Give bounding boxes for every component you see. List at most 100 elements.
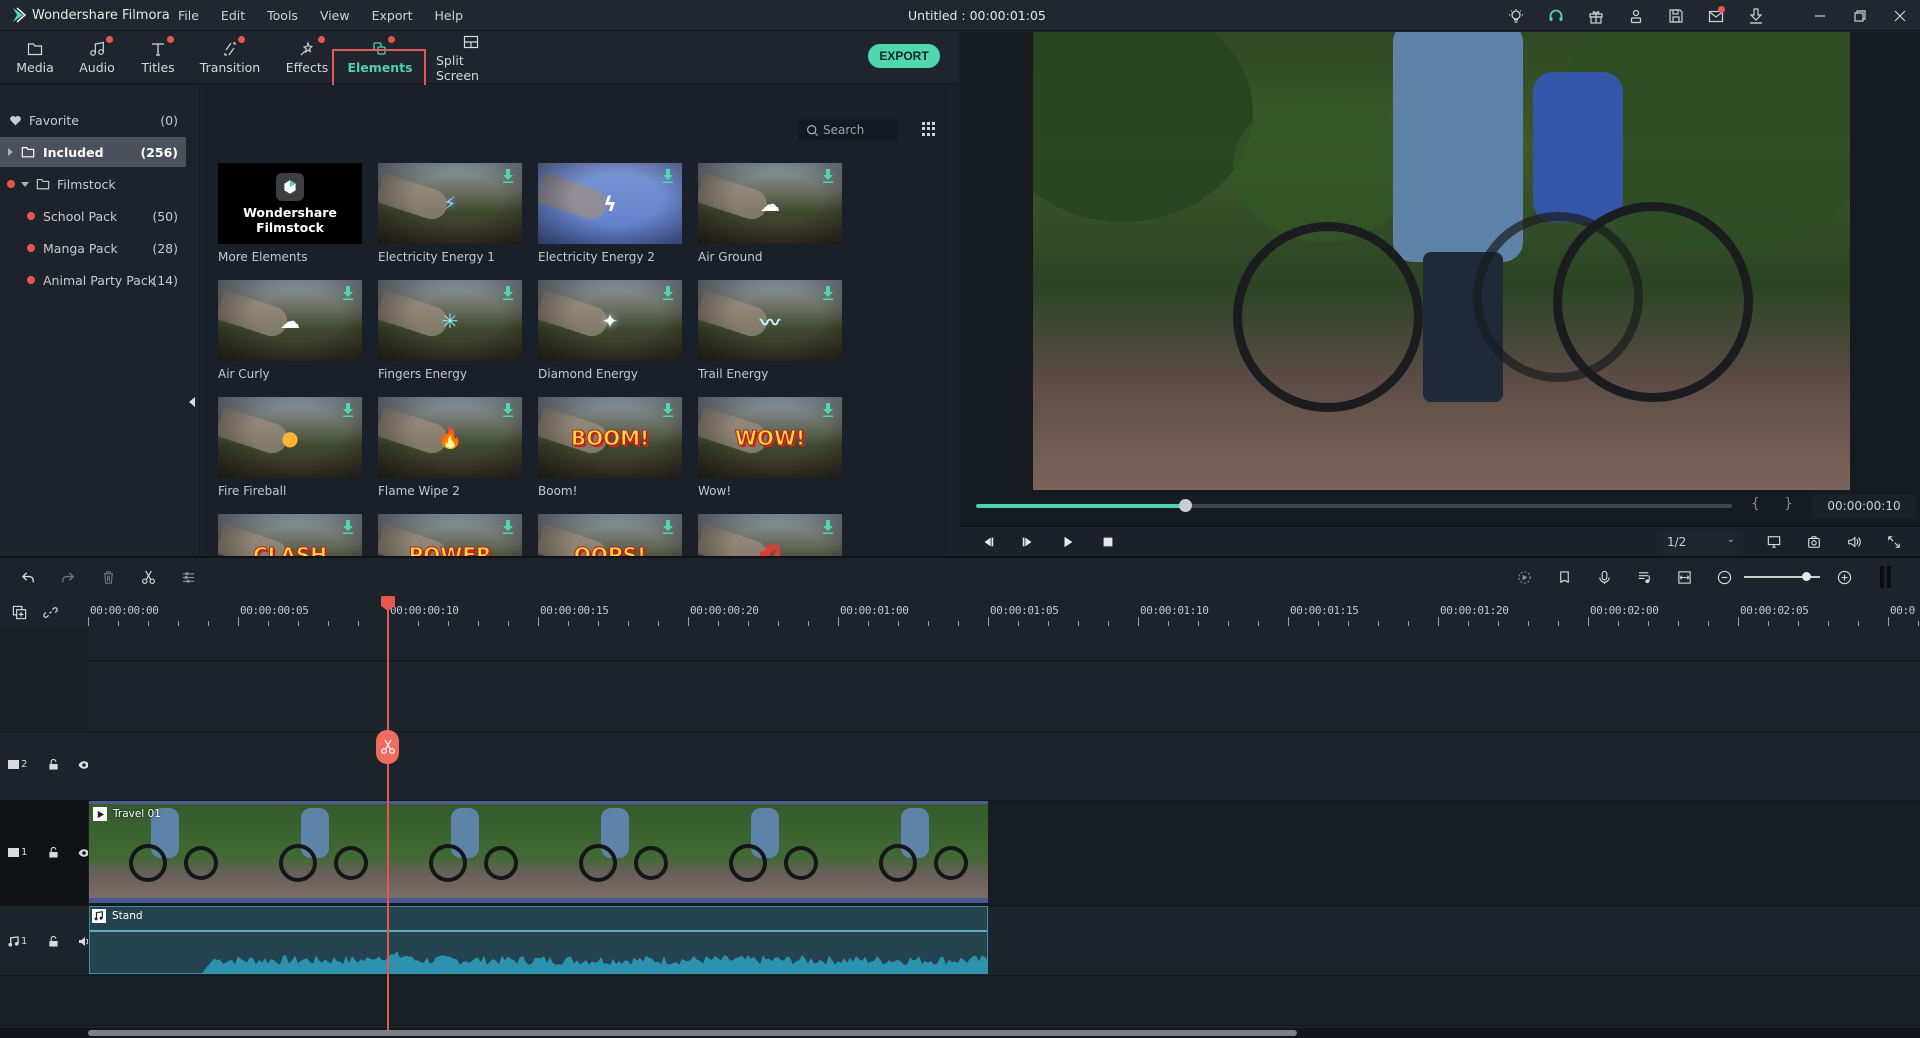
- menu-help[interactable]: Help: [435, 8, 464, 23]
- zoom-out-button[interactable]: [1716, 569, 1732, 585]
- download-icon[interactable]: [502, 169, 514, 183]
- tab-audio[interactable]: Audio: [78, 32, 116, 84]
- link-button[interactable]: [42, 604, 58, 620]
- download-icon[interactable]: [822, 286, 834, 300]
- gift-button[interactable]: [1576, 0, 1616, 31]
- element-tile[interactable]: BOOM! Boom!: [538, 397, 682, 498]
- add-track-button[interactable]: [11, 604, 27, 620]
- undo-button[interactable]: [20, 569, 36, 585]
- search-input[interactable]: Search: [798, 119, 898, 141]
- grid-view-icon[interactable]: [922, 122, 936, 136]
- menu-tools[interactable]: Tools: [267, 8, 298, 23]
- download-icon[interactable]: [502, 286, 514, 300]
- timeline-scrollbar[interactable]: [88, 1030, 1298, 1036]
- filmstock-more-elements-tile[interactable]: Wondershare Filmstock More Elements: [218, 163, 362, 264]
- tab-transition[interactable]: Transition: [200, 32, 260, 84]
- display-button[interactable]: [1766, 534, 1782, 550]
- volume-button[interactable]: [1846, 534, 1862, 550]
- element-tile[interactable]: WOW! Wow!: [698, 397, 842, 498]
- element-tile[interactable]: ✳ Fingers Energy: [378, 280, 522, 381]
- sidebar-item-favorite[interactable]: Favorite (0): [0, 105, 186, 135]
- download-icon[interactable]: [502, 403, 514, 417]
- adjust-button[interactable]: [180, 569, 196, 585]
- audio-mixer-button[interactable]: [1636, 569, 1652, 585]
- preview-seekbar[interactable]: [976, 499, 1732, 512]
- sidebar-item-animal-party-pack[interactable]: Animal Party Pack (14): [0, 265, 186, 295]
- render-button[interactable]: [1516, 569, 1532, 585]
- mark-out-icon[interactable]: }: [1784, 496, 1793, 512]
- download-icon[interactable]: [342, 286, 354, 300]
- mail-button[interactable]: [1696, 0, 1736, 31]
- playhead[interactable]: [387, 598, 389, 1030]
- tab-titles[interactable]: Titles: [141, 32, 175, 84]
- close-button[interactable]: [1880, 0, 1920, 31]
- redo-button[interactable]: [59, 569, 75, 585]
- element-tile[interactable]: ☁ Air Ground: [698, 163, 842, 264]
- volume-line[interactable]: [90, 930, 987, 932]
- element-tile[interactable]: ⚡ Electricity Energy 1: [378, 163, 522, 264]
- menu-file[interactable]: File: [178, 8, 199, 23]
- download-icon[interactable]: [822, 403, 834, 417]
- download-button[interactable]: [1736, 0, 1776, 31]
- sidebar-item-included[interactable]: Included (256): [0, 137, 186, 167]
- element-tile[interactable]: POWER: [378, 514, 522, 556]
- lightbulb-button[interactable]: [1496, 0, 1536, 31]
- save-button[interactable]: [1656, 0, 1696, 31]
- support-button[interactable]: [1536, 0, 1576, 31]
- fit-timeline-button[interactable]: [1676, 569, 1692, 585]
- split-marker[interactable]: [376, 730, 399, 764]
- sidebar-item-school-pack[interactable]: School Pack (50): [0, 201, 186, 231]
- play-button[interactable]: [1060, 534, 1076, 550]
- lock-open-icon[interactable]: [48, 936, 59, 947]
- stop-button[interactable]: [1100, 534, 1116, 550]
- download-icon[interactable]: [822, 520, 834, 534]
- element-tile[interactable]: OOPS!: [538, 514, 682, 556]
- restore-button[interactable]: [1840, 0, 1880, 31]
- download-icon[interactable]: [662, 520, 674, 534]
- download-icon[interactable]: [342, 520, 354, 534]
- element-tile[interactable]: CLASH: [218, 514, 362, 556]
- next-frame-button[interactable]: [1020, 534, 1036, 550]
- snapshot-button[interactable]: [1806, 534, 1822, 550]
- tab-media[interactable]: Media: [14, 32, 56, 84]
- timeline-zoom-slider[interactable]: [1744, 572, 1820, 581]
- lock-open-icon[interactable]: [48, 847, 59, 858]
- sidebar-item-filmstock[interactable]: Filmstock: [0, 169, 186, 199]
- playhead-handle[interactable]: [381, 596, 395, 611]
- playback-quality-select[interactable]: 1/2 ⌄: [1657, 530, 1743, 554]
- menu-view[interactable]: View: [320, 8, 350, 23]
- timeline-ruler[interactable]: 00:00:00:00 00:00:00:05 00:00:00:10 00:00:0…: [0, 596, 1920, 628]
- audio-clip[interactable]: Stand: [89, 906, 988, 974]
- element-tile[interactable]: 💋: [698, 514, 842, 556]
- split-button[interactable]: [140, 569, 156, 585]
- download-icon[interactable]: [502, 520, 514, 534]
- collapse-sidebar-icon[interactable]: [189, 397, 195, 407]
- element-tile[interactable]: 〰 Trail Energy: [698, 280, 842, 381]
- element-tile[interactable]: ϟ Electricity Energy 2: [538, 163, 682, 264]
- export-button[interactable]: EXPORT: [868, 44, 940, 68]
- mark-in-icon[interactable]: {: [1751, 496, 1760, 512]
- expand-arrow-icon[interactable]: [8, 148, 13, 156]
- fullscreen-button[interactable]: [1886, 534, 1902, 550]
- download-icon[interactable]: [662, 169, 674, 183]
- download-icon[interactable]: [662, 403, 674, 417]
- menu-export[interactable]: Export: [372, 8, 413, 23]
- previous-frame-button[interactable]: [980, 534, 996, 550]
- element-tile[interactable]: 🔥 Flame Wipe 2: [378, 397, 522, 498]
- element-tile[interactable]: ☁ Air Curly: [218, 280, 362, 381]
- marker-button[interactable]: [1556, 569, 1572, 585]
- lock-open-icon[interactable]: [48, 759, 59, 770]
- tab-effects[interactable]: Effects: [286, 32, 328, 84]
- minimize-button[interactable]: [1800, 0, 1840, 31]
- delete-button[interactable]: [100, 569, 116, 585]
- voiceover-button[interactable]: [1596, 569, 1612, 585]
- zoom-in-button[interactable]: [1836, 569, 1852, 585]
- collapse-arrow-icon[interactable]: [21, 181, 29, 187]
- download-icon[interactable]: [662, 286, 674, 300]
- video-clip[interactable]: Travel 01: [89, 801, 988, 903]
- seekbar-handle[interactable]: [1178, 499, 1192, 512]
- account-button[interactable]: [1616, 0, 1656, 31]
- download-icon[interactable]: [342, 403, 354, 417]
- download-icon[interactable]: [822, 169, 834, 183]
- track-lane-video-2[interactable]: [88, 733, 1920, 801]
